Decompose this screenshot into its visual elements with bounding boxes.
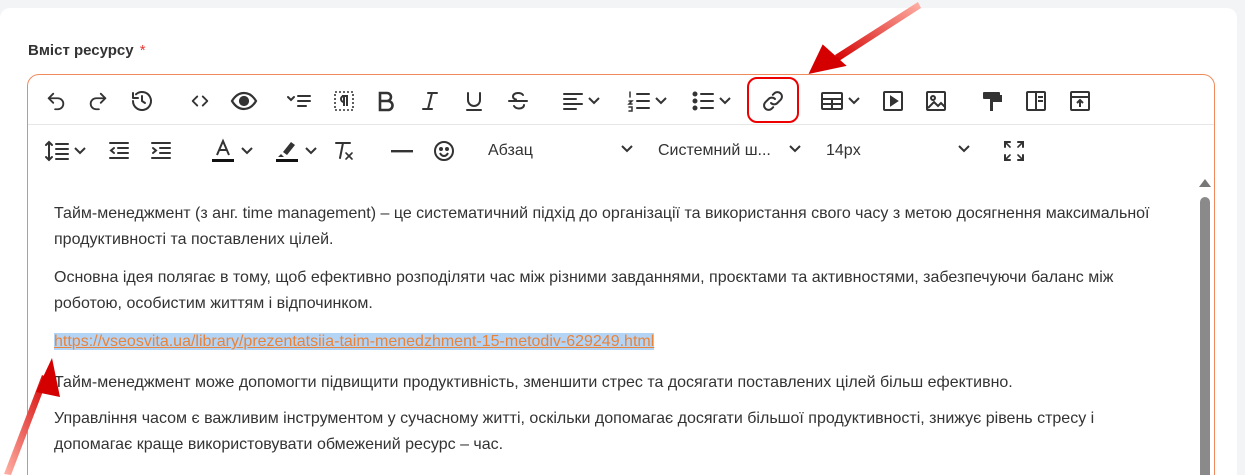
template-button[interactable]	[284, 85, 314, 117]
paragraph: Тайм-менеджмент (з анг. time management)…	[54, 205, 1150, 248]
outdent-icon	[109, 142, 129, 159]
table-icon	[820, 92, 843, 110]
emoji-button[interactable]	[430, 135, 458, 167]
block-format-select[interactable]: Абзац	[488, 135, 634, 167]
required-mark: *	[139, 42, 146, 59]
bold-button[interactable]	[374, 85, 398, 117]
text-color-dropdown[interactable]	[202, 135, 260, 167]
redo-button[interactable]	[84, 85, 112, 117]
font-family-value: Системний ш...	[658, 142, 771, 159]
field-label: Вміст ресурсу *	[28, 42, 146, 59]
format-painter-button[interactable]	[978, 85, 1006, 117]
link-button-highlight	[747, 77, 799, 123]
media-icon	[883, 91, 903, 111]
indent-icon	[151, 142, 171, 159]
outdent-button[interactable]	[106, 135, 132, 167]
paragraph: Основна ідея полягає в тому, щоб ефектив…	[54, 269, 1114, 312]
columns-button[interactable]	[1022, 85, 1050, 117]
fullscreen-button[interactable]	[1001, 135, 1027, 167]
url-paragraph: https://vseosvita.ua/library/prezentatsi…	[54, 329, 1154, 355]
rich-text-editor[interactable]: Абзац Системний ш... 14px Тайм-менеджмен…	[27, 74, 1215, 475]
insert-media-button[interactable]	[879, 85, 907, 117]
columns-icon	[1026, 91, 1046, 111]
image-icon	[926, 91, 946, 111]
align-dropdown[interactable]	[558, 85, 604, 117]
preview-button[interactable]	[228, 85, 260, 117]
scroll-thumb[interactable]	[1200, 197, 1210, 475]
block-format-value: Абзац	[488, 142, 533, 159]
table-dropdown[interactable]	[816, 85, 864, 117]
indent-button[interactable]	[148, 135, 174, 167]
line-height-dropdown[interactable]	[42, 135, 88, 167]
chevron-down-icon	[718, 97, 731, 105]
font-family-select[interactable]: Системний ш...	[658, 135, 802, 167]
paragraph: Управління часом є важливим інструментом…	[54, 410, 1095, 453]
bullet-list-dropdown[interactable]	[686, 85, 736, 117]
history-icon	[132, 91, 152, 111]
editor-content[interactable]: Тайм-менеджмент (з анг. time management)…	[28, 175, 1198, 475]
emoji-icon	[434, 141, 454, 161]
history-button[interactable]	[128, 85, 156, 117]
chevron-down-icon	[240, 147, 253, 155]
editor-scrollbar[interactable]	[1195, 175, 1214, 475]
clear-format-icon	[335, 142, 353, 160]
toolbar-row-2: Абзац Системний ш... 14px	[28, 125, 1214, 175]
chevron-down-icon	[958, 145, 970, 153]
highlight-icon	[275, 142, 298, 162]
clear-format-button[interactable]	[331, 135, 357, 167]
line-height-icon	[44, 140, 69, 162]
source-code-button[interactable]	[186, 85, 214, 117]
redo-icon	[89, 92, 107, 111]
selected-url-link[interactable]: https://vseosvita.ua/library/prezentatsi…	[54, 333, 655, 350]
chevron-down-icon	[73, 147, 86, 155]
highlight-color-dropdown[interactable]	[266, 135, 324, 167]
font-size-select[interactable]: 14px	[826, 135, 971, 167]
show-blocks-button[interactable]	[330, 85, 358, 117]
paragraph: Тайм-менеджмент може допомогти підвищити…	[54, 374, 1013, 391]
chevron-down-icon	[789, 145, 801, 153]
horizontal-line-button[interactable]	[388, 135, 416, 167]
show-blocks-icon	[334, 91, 354, 111]
upload-button[interactable]	[1066, 85, 1094, 117]
chevron-down-icon	[304, 147, 317, 155]
chevron-down-icon	[847, 97, 860, 105]
chevron-down-icon	[654, 97, 667, 105]
italic-icon	[422, 92, 438, 110]
scroll-up-icon[interactable]	[1199, 179, 1211, 187]
underline-icon	[466, 92, 482, 111]
font-size-value: 14px	[826, 142, 861, 159]
undo-icon	[47, 92, 65, 111]
upload-icon	[1070, 91, 1090, 111]
bullet-list-icon	[692, 91, 714, 111]
underline-button[interactable]	[462, 85, 486, 117]
fullscreen-icon	[1004, 141, 1024, 161]
toolbar-row-1	[28, 75, 1214, 125]
insert-image-button[interactable]	[922, 85, 950, 117]
field-label-text: Вміст ресурсу	[28, 42, 134, 59]
bold-icon	[378, 91, 394, 112]
strikethrough-button[interactable]	[504, 85, 532, 117]
horizontal-line-icon	[391, 150, 413, 153]
source-code-icon	[191, 95, 209, 107]
chevron-down-icon	[621, 145, 633, 153]
italic-button[interactable]	[418, 85, 442, 117]
text-color-icon	[211, 138, 234, 162]
numbered-list-icon	[626, 91, 650, 112]
numbered-list-dropdown[interactable]	[622, 85, 672, 117]
align-icon	[562, 93, 583, 110]
format-painter-icon	[983, 92, 1002, 111]
template-icon	[287, 95, 311, 107]
strikethrough-icon	[508, 91, 528, 110]
undo-button[interactable]	[42, 85, 70, 117]
chevron-down-icon	[587, 97, 600, 105]
preview-icon	[230, 91, 258, 111]
